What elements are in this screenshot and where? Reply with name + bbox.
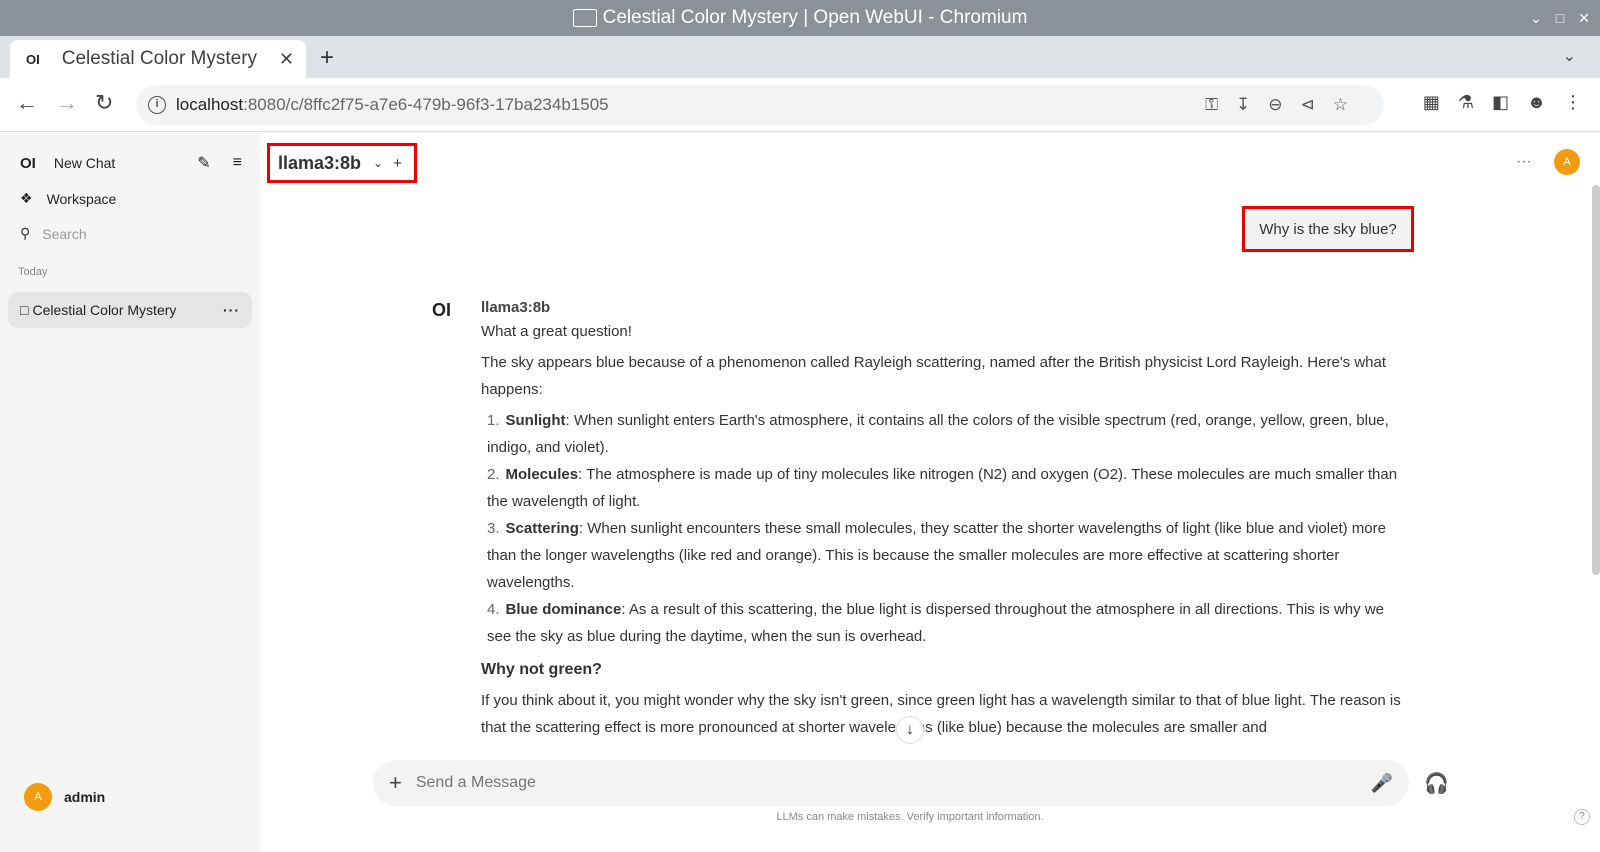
user-menu[interactable]: A admin (24, 783, 105, 811)
tab-strip: OI Celestial Color Mystery ✕ (0, 36, 1600, 78)
menu-lines-icon[interactable]: ≡ (233, 154, 242, 172)
user-name: admin (64, 789, 106, 805)
workspace-label: Workspace (46, 190, 117, 207)
window-titlebar: Celestial Color Mystery | Open WebUI - C… (0, 0, 1600, 36)
labs-flask-icon[interactable]: ⚗ (1458, 92, 1474, 113)
maximize-icon[interactable]: □ (1556, 10, 1564, 26)
back-icon[interactable]: ← (16, 90, 38, 116)
browser-toolbar: ← → ↻ i localhost:8080/c/8ffc2f75-a7e6-4… (0, 78, 1600, 132)
model-selector[interactable]: llama3:8b ⌄ + (267, 143, 417, 183)
disclaimer: LLMs can make mistakes. Verify important… (776, 811, 1044, 823)
reload-icon[interactable]: ↻ (95, 90, 113, 116)
browser-menu-icon[interactable]: ⋮ (1564, 92, 1582, 113)
assistant-message: llama3:8b What a great question! The sky… (481, 298, 1401, 771)
list-item: 2. Molecules: The atmosphere is made up o… (487, 466, 1398, 510)
key-icon[interactable]: ⚿ (1205, 95, 1218, 115)
search-placeholder: Search (42, 225, 87, 242)
close-window-icon[interactable]: ✕ (1578, 10, 1590, 27)
share-icon[interactable]: ⊲ (1301, 95, 1315, 115)
chat-item-label: Celestial Color Mystery (32, 302, 177, 318)
extensions-icon[interactable]: ▦ (1423, 92, 1440, 113)
assistant-list: 1. Sunlight: When sunlight enters Earth's… (481, 407, 1401, 650)
list-item: 1. Sunlight: When sunlight enters Earth's… (487, 412, 1389, 456)
user-message: Why is the sky blue? (1242, 206, 1414, 252)
app-icon (572, 9, 597, 27)
headphones-icon[interactable]: 🎧 (1424, 771, 1449, 796)
install-icon[interactable]: ↧ (1236, 95, 1250, 115)
profile-icon[interactable]: ☻ (1527, 92, 1546, 113)
section-today: Today (18, 266, 48, 278)
scrollbar[interactable] (1592, 185, 1600, 575)
new-tab-icon[interactable]: + (320, 44, 334, 72)
browser-tab[interactable]: OI Celestial Color Mystery ✕ (10, 40, 306, 78)
search-icon: ⚲ (20, 225, 31, 241)
tab-favicon: OI (26, 51, 40, 67)
tab-search-icon[interactable]: ⌄ (1563, 46, 1576, 66)
add-model-icon[interactable]: + (393, 155, 402, 172)
new-chat-button[interactable]: OI New Chat ✎ ≡ (20, 153, 242, 173)
window-title: Celestial Color Mystery | Open WebUI - C… (602, 7, 1028, 28)
model-name: llama3:8b (278, 152, 362, 173)
edit-icon[interactable]: ✎ (197, 153, 210, 173)
assistant-logo: OI (432, 300, 452, 320)
chat-main: llama3:8b ⌄ + ··· A Why is the sky blue?… (260, 133, 1600, 852)
sidebar: OI New Chat ✎ ≡ ❖ Workspace ⚲ Search Tod… (0, 133, 260, 852)
attach-plus-icon[interactable]: + (389, 770, 402, 796)
chat-options-icon[interactable]: ··· (1516, 153, 1532, 171)
url-text[interactable]: localhost:8080/c/8ffc2f75-a7e6-479b-96f3… (176, 95, 609, 115)
address-bar[interactable]: i localhost:8080/c/8ffc2f75-a7e6-479b-96… (136, 85, 1384, 125)
workspace-link[interactable]: ❖ Workspace (20, 190, 116, 207)
openwebui-logo: OI (20, 154, 36, 172)
zoom-out-icon[interactable]: ⊖ (1268, 95, 1282, 115)
microphone-icon[interactable]: 🎤 (1371, 773, 1393, 794)
list-item: 3. Scattering: When sunlight encounters t… (487, 520, 1386, 591)
bookmark-star-icon[interactable]: ☆ (1333, 95, 1348, 115)
new-chat-label: New Chat (53, 155, 116, 171)
site-info-icon[interactable]: i (148, 96, 166, 114)
assistant-model-name: llama3:8b (481, 299, 551, 316)
chat-item-more-icon[interactable]: ··· (223, 302, 240, 318)
chat-item-icon: □ (20, 302, 29, 318)
help-icon[interactable]: ? (1574, 809, 1590, 825)
message-input[interactable] (415, 774, 1371, 792)
forward-icon[interactable]: → (56, 90, 78, 116)
message-composer: + 🎤 (373, 760, 1409, 806)
tab-close-icon[interactable]: ✕ (279, 49, 294, 70)
assistant-para2: If you think about it, you might wonder … (481, 692, 1401, 736)
minimize-icon[interactable]: ⌄ (1530, 10, 1542, 27)
assistant-heading: Why not green? (481, 661, 602, 678)
list-item: 4. Blue dominance: As a result of this sc… (487, 601, 1384, 645)
chevron-down-icon[interactable]: ⌄ (373, 156, 383, 170)
assistant-intro: What a great question! (481, 323, 632, 340)
tab-title: Celestial Color Mystery (61, 48, 258, 69)
header-avatar[interactable]: A (1554, 149, 1580, 175)
chat-item-celestial[interactable]: □ Celestial Color Mystery ··· (8, 292, 252, 328)
workspace-icon: ❖ (20, 190, 33, 206)
sidebar-avatar: A (24, 783, 52, 811)
scroll-down-arrow-icon[interactable]: ↓ (896, 716, 924, 744)
assistant-para1: The sky appears blue because of a phenom… (481, 354, 1387, 398)
side-panel-icon[interactable]: ◧ (1492, 92, 1509, 113)
sidebar-search[interactable]: ⚲ Search (20, 225, 87, 242)
